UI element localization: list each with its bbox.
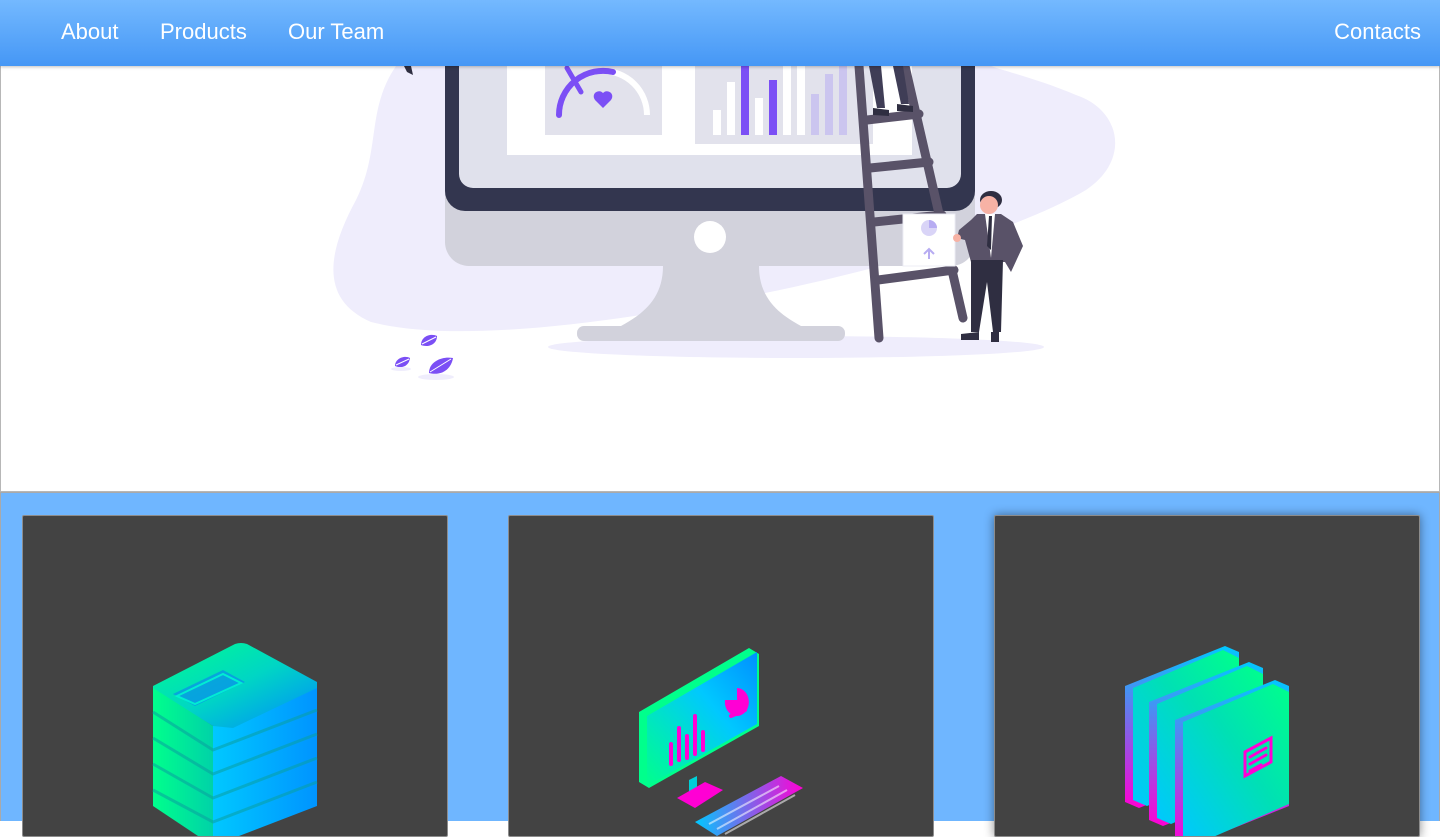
nav-link-products[interactable]: Products <box>160 17 247 47</box>
nav-link-contacts[interactable]: Contacts <box>1334 17 1421 47</box>
dashboard-analytics-illustration <box>333 66 1116 380</box>
nav-link-our-team[interactable]: Our Team <box>288 17 384 47</box>
folders-icon <box>1125 646 1289 836</box>
product-cards-section <box>0 492 1440 837</box>
nav-link-about[interactable]: About <box>61 17 119 47</box>
product-card-server[interactable] <box>22 515 448 837</box>
product-card-folders[interactable] <box>994 515 1420 837</box>
product-card-computer[interactable] <box>508 515 934 837</box>
server-icon <box>152 643 318 836</box>
hero-section <box>0 66 1440 492</box>
top-navbar: About Products Our Team Contacts <box>0 0 1440 66</box>
computer-analytics-icon <box>639 648 803 836</box>
